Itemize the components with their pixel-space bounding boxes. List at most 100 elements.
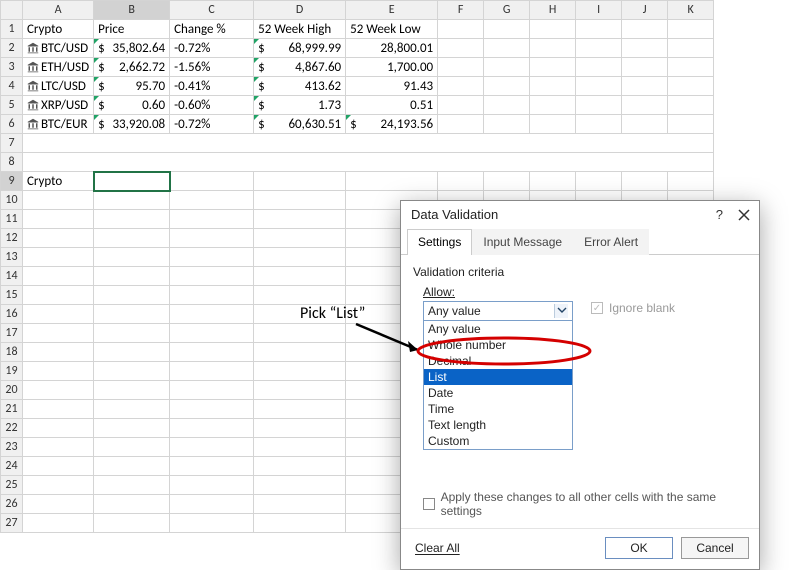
row-hdr-15[interactable]: 15 xyxy=(1,286,23,305)
allow-option-decimal[interactable]: Decimal xyxy=(424,353,572,369)
row-hdr-21[interactable]: 21 xyxy=(1,400,23,419)
cell-A4[interactable]: LTC/USD xyxy=(23,77,94,96)
cell-D4[interactable]: $413.62 xyxy=(254,77,346,96)
cell-C1[interactable]: Change % xyxy=(170,20,254,39)
row-hdr-4[interactable]: 4 xyxy=(1,77,23,96)
clear-all-button[interactable]: Clear All xyxy=(411,539,464,557)
select-all-corner[interactable] xyxy=(1,1,23,20)
apply-changes-checkbox[interactable]: Apply these changes to all other cells w… xyxy=(423,490,747,518)
col-hdr-E[interactable]: E xyxy=(346,1,438,20)
allow-option-list[interactable]: List xyxy=(424,369,572,385)
col-hdr-C[interactable]: C xyxy=(170,1,254,20)
stock-icon xyxy=(27,99,39,111)
col-hdr-I[interactable]: I xyxy=(576,1,622,20)
ignore-blank-checkbox: ✓ Ignore blank xyxy=(591,301,675,315)
cell-D5[interactable]: $1.73 xyxy=(254,96,346,115)
row-hdr-6[interactable]: 6 xyxy=(1,115,23,134)
cell-E5[interactable]: 0.51 xyxy=(346,96,438,115)
row-hdr-23[interactable]: 23 xyxy=(1,438,23,457)
row-hdr-20[interactable]: 20 xyxy=(1,381,23,400)
row-hdr-18[interactable]: 18 xyxy=(1,343,23,362)
tab-input-message[interactable]: Input Message xyxy=(472,229,573,255)
cell-E2[interactable]: 28,800.01 xyxy=(346,39,438,58)
tab-error-alert[interactable]: Error Alert xyxy=(573,229,649,255)
cell-B5[interactable]: $0.60 xyxy=(94,96,170,115)
cell-C5[interactable]: -0.60% xyxy=(170,96,254,115)
allow-combobox[interactable]: Any value Any valueWhole numberDecimalLi… xyxy=(423,301,573,450)
cell-C4[interactable]: -0.41% xyxy=(170,77,254,96)
cell-D1[interactable]: 52 Week High xyxy=(254,20,346,39)
cell-B2[interactable]: $35,802.64 xyxy=(94,39,170,58)
allow-label: Allow: xyxy=(423,285,747,299)
row-hdr-19[interactable]: 19 xyxy=(1,362,23,381)
allow-option-custom[interactable]: Custom xyxy=(424,433,572,449)
close-icon[interactable] xyxy=(737,208,751,222)
row-hdr-2[interactable]: 2 xyxy=(1,39,23,58)
row-hdr-14[interactable]: 14 xyxy=(1,267,23,286)
col-hdr-D[interactable]: D xyxy=(254,1,346,20)
cell-D6[interactable]: $60,630.51 xyxy=(254,115,346,134)
cell-A3[interactable]: ETH/USD xyxy=(23,58,94,77)
col-hdr-F[interactable]: F xyxy=(438,1,484,20)
cell-A5[interactable]: XRP/USD xyxy=(23,96,94,115)
cell-E6[interactable]: $24,193.56 xyxy=(346,115,438,134)
cell-C6[interactable]: -0.72% xyxy=(170,115,254,134)
allow-option-text-length[interactable]: Text length xyxy=(424,417,572,433)
row-hdr-17[interactable]: 17 xyxy=(1,324,23,343)
cell-A6[interactable]: BTC/EUR xyxy=(23,115,94,134)
col-hdr-B[interactable]: B xyxy=(94,1,170,20)
chevron-down-icon[interactable] xyxy=(554,304,568,318)
row-hdr-1[interactable]: 1 xyxy=(1,20,23,39)
dialog-title: Data Validation xyxy=(411,207,498,222)
row-hdr-11[interactable]: 11 xyxy=(1,210,23,229)
stock-icon xyxy=(27,42,39,54)
cell-B3[interactable]: $2,662.72 xyxy=(94,58,170,77)
ok-button[interactable]: OK xyxy=(605,537,673,559)
cell-D3[interactable]: $4,867.60 xyxy=(254,58,346,77)
cell-D2[interactable]: $68,999.99 xyxy=(254,39,346,58)
col-hdr-G[interactable]: G xyxy=(484,1,530,20)
cell-B9-selected[interactable] xyxy=(94,172,170,191)
row-hdr-7[interactable]: 7 xyxy=(1,134,23,153)
row-hdr-22[interactable]: 22 xyxy=(1,419,23,438)
tab-settings[interactable]: Settings xyxy=(407,229,472,255)
col-hdr-H[interactable]: H xyxy=(530,1,576,20)
cell-C3[interactable]: -1.56% xyxy=(170,58,254,77)
row-hdr-24[interactable]: 24 xyxy=(1,457,23,476)
row-hdr-3[interactable]: 3 xyxy=(1,58,23,77)
cell-A1[interactable]: Crypto xyxy=(23,20,94,39)
allow-dropdown-list[interactable]: Any valueWhole numberDecimalListDateTime… xyxy=(424,320,572,449)
data-validation-dialog: Data Validation ? Settings Input Message… xyxy=(400,200,760,570)
row-hdr-8[interactable]: 8 xyxy=(1,153,23,172)
col-hdr-J[interactable]: J xyxy=(622,1,668,20)
row-hdr-5[interactable]: 5 xyxy=(1,96,23,115)
row-hdr-16[interactable]: 16 xyxy=(1,305,23,324)
help-icon[interactable]: ? xyxy=(716,207,723,222)
cell-B4[interactable]: $95.70 xyxy=(94,77,170,96)
col-hdr-K[interactable]: K xyxy=(668,1,714,20)
col-hdr-A[interactable]: A xyxy=(23,1,94,20)
allow-option-date[interactable]: Date xyxy=(424,385,572,401)
row-hdr-27[interactable]: 27 xyxy=(1,514,23,533)
cell-B1[interactable]: Price xyxy=(94,20,170,39)
cell-E3[interactable]: 1,700.00 xyxy=(346,58,438,77)
cell-A2[interactable]: BTC/USD xyxy=(23,39,94,58)
row-hdr-9[interactable]: 9 xyxy=(1,172,23,191)
allow-option-time[interactable]: Time xyxy=(424,401,572,417)
stock-icon xyxy=(27,61,39,73)
row-hdr-12[interactable]: 12 xyxy=(1,229,23,248)
validation-criteria-label: Validation criteria xyxy=(413,265,747,279)
cell-E1[interactable]: 52 Week Low xyxy=(346,20,438,39)
stock-icon xyxy=(27,80,39,92)
row-hdr-25[interactable]: 25 xyxy=(1,476,23,495)
cell-E4[interactable]: 91.43 xyxy=(346,77,438,96)
row-hdr-10[interactable]: 10 xyxy=(1,191,23,210)
row-hdr-26[interactable]: 26 xyxy=(1,495,23,514)
row-hdr-13[interactable]: 13 xyxy=(1,248,23,267)
cancel-button[interactable]: Cancel xyxy=(681,537,749,559)
cell-A9[interactable]: Crypto xyxy=(23,172,94,191)
cell-C2[interactable]: -0.72% xyxy=(170,39,254,58)
allow-option-any-value[interactable]: Any value xyxy=(424,321,572,337)
cell-B6[interactable]: $33,920.08 xyxy=(94,115,170,134)
allow-option-whole-number[interactable]: Whole number xyxy=(424,337,572,353)
